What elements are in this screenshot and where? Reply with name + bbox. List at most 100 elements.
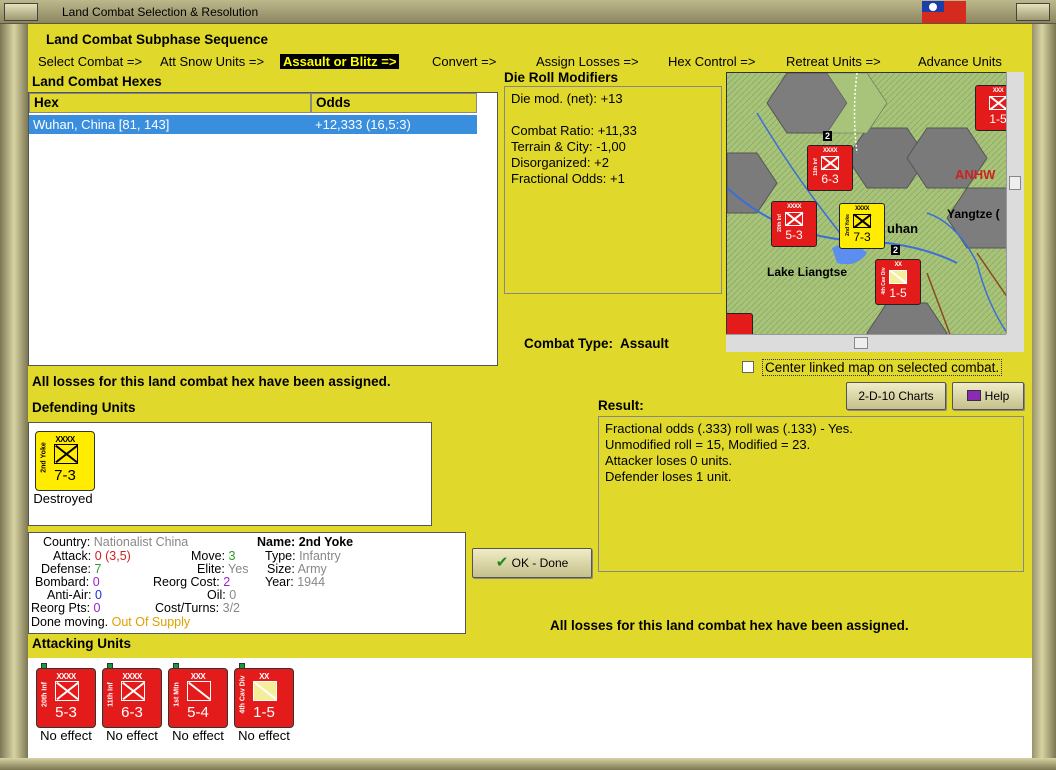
center-map-label: Center linked map on selected combat. (762, 359, 1003, 376)
checkmark-icon: ✔ (495, 554, 509, 571)
frame-right (1028, 24, 1056, 760)
row-hex: Wuhan, China [81, 143] (33, 117, 170, 132)
table-row[interactable]: Wuhan, China [81, 143] +12,333 (16,5:3) (29, 115, 477, 134)
supply-marker-icon (41, 663, 47, 669)
info-attack-extra: (3,5) (105, 549, 131, 563)
unit-strength: 6-3 (121, 704, 143, 721)
phase-step-advance-units[interactable]: Advance Units (918, 54, 1002, 69)
info-label: Attack: (53, 549, 92, 563)
info-oil: 0 (229, 588, 237, 602)
info-country: Nationalist China (93, 535, 189, 549)
phase-step-hex-control[interactable]: Hex Control => (668, 54, 755, 69)
info-cost-turns: 3/2 (222, 601, 241, 615)
info-move: 3 (228, 549, 236, 563)
map-horizontal-scrollbar[interactable] (726, 334, 1006, 352)
losses-assigned-message: All losses for this land combat hex have… (550, 618, 909, 633)
checkbox-box[interactable] (742, 361, 754, 373)
defending-unit-counter[interactable]: XXXX 2nd Yoke 7-3 (35, 431, 95, 491)
result-panel: Fractional odds (.333) roll was (.133) -… (598, 416, 1024, 572)
cavalry-icon (889, 270, 907, 284)
map-unit-counter[interactable]: XXXX 2nd Yoke 7-3 (839, 203, 885, 249)
result-line: Defender loses 1 unit. (605, 469, 732, 484)
die-terrain: Terrain & City: -1,00 (511, 139, 626, 154)
unit-strength: 1-5 (253, 704, 275, 721)
infantry-icon (55, 681, 79, 701)
map-unit-counter[interactable]: XX 4th Cav Div 1-5 (875, 259, 921, 305)
col-header-odds[interactable]: Odds (311, 93, 477, 113)
unit-strength: 7-3 (853, 230, 871, 244)
close-button[interactable] (1016, 3, 1050, 21)
result-line: Unmodified roll = 15, Modified = 23. (605, 437, 811, 452)
center-map-checkbox[interactable]: Center linked map on selected combat. (742, 359, 1024, 378)
infantry-icon (821, 156, 839, 170)
info-size: Army (297, 562, 327, 576)
result-label: Result: (598, 398, 644, 413)
map-label-anhw: ANHW (955, 167, 996, 182)
minimize-button[interactable] (4, 3, 38, 21)
help-button[interactable]: Help (952, 382, 1024, 410)
attacking-unit-counter[interactable]: XX 4th Cav Div 1-5 (234, 663, 294, 728)
attacking-unit-counter[interactable]: XXXX 11th Inf 6-3 (102, 663, 162, 728)
info-elite: Yes (228, 562, 249, 576)
map-unit-counter[interactable]: XXXX 11th Inf 6-3 (807, 145, 853, 191)
info-label: Oil: (207, 588, 226, 602)
map-unit-counter[interactable]: XXXX 20th Inf 5-3 (771, 201, 817, 247)
unit-strength: 5-3 (55, 704, 77, 721)
info-attack: 0 (94, 549, 102, 563)
row-odds: +12,333 (16,5:3) (315, 117, 411, 132)
defending-units-label: Defending Units (32, 400, 136, 415)
phase-step-att-snow[interactable]: Att Snow Units => (160, 54, 264, 69)
info-label: Bombard: (35, 575, 90, 589)
help-label: Help (984, 389, 1010, 403)
info-reorg-pts: 0 (93, 601, 101, 615)
info-label: Size: (267, 562, 295, 576)
info-label: Cost/Turns: (155, 601, 220, 615)
attacking-unit-counter[interactable]: XXXX 20th Inf 5-3 (36, 663, 96, 728)
supply-marker-icon (107, 663, 113, 669)
attacking-units-list: XXXX 20th Inf 5-3 No effect XXXX 11th In… (28, 658, 1032, 758)
die-roll-modifiers: Die mod. (net): +13 Combat Ratio: +11,33… (504, 86, 722, 294)
phase-step-assign-losses[interactable]: Assign Losses => (536, 54, 639, 69)
info-label: Reorg Cost: (153, 575, 220, 589)
scroll-thumb[interactable] (854, 337, 868, 349)
charts-button[interactable]: 2-D-10 Charts (846, 382, 946, 410)
infantry-icon (54, 444, 78, 464)
unit-status: Destroyed (33, 491, 93, 506)
phase-step-select-combat[interactable]: Select Combat => (38, 54, 142, 69)
attacking-unit-counter[interactable]: XXX 1st Mtn 5-4 (168, 663, 228, 728)
info-label: Elite: (197, 562, 225, 576)
info-year: 1944 (297, 575, 326, 589)
die-blank (511, 107, 715, 123)
ok-done-button[interactable]: ✔ OK - Done (472, 548, 592, 578)
phase-step-assault-blitz[interactable]: Assault or Blitz => (280, 54, 400, 69)
losses-assigned-message: All losses for this land combat hex have… (32, 374, 391, 389)
unit-strength: 5-4 (187, 704, 209, 721)
info-label: Name: (257, 535, 296, 549)
window-title: Land Combat Selection & Resolution (62, 5, 259, 19)
unit-info-panel: Country: Nationalist China Attack: 0 (3,… (28, 532, 466, 634)
combat-type-value: Assault (620, 336, 669, 351)
info-supply: Out Of Supply (111, 615, 191, 629)
col-header-hex[interactable]: Hex (29, 93, 311, 113)
ok-done-label: OK - Done (511, 556, 569, 570)
phase-step-convert[interactable]: Convert => (432, 54, 496, 69)
combat-type: Combat Type: Assault (524, 336, 669, 351)
main-panel: Land Combat Subphase Sequence Select Com… (28, 24, 1032, 758)
info-defense: 7 (94, 562, 102, 576)
cavalry-icon (253, 681, 277, 701)
info-label: Defense: (41, 562, 92, 576)
help-book-icon (966, 390, 981, 401)
unit-status: No effect (238, 728, 290, 743)
mountain-infantry-icon (187, 681, 211, 701)
combat-type-label: Combat Type: (524, 336, 614, 351)
map-vertical-scrollbar[interactable] (1006, 72, 1024, 334)
info-antiair: 0 (94, 588, 102, 602)
infantry-icon (853, 214, 871, 228)
die-net: Die mod. (net): +13 (511, 91, 623, 106)
scroll-thumb[interactable] (1009, 176, 1021, 190)
info-name: 2nd Yoke (298, 535, 354, 549)
frame-bottom (0, 758, 1056, 770)
unit-strength: 5-3 (785, 228, 803, 242)
phase-step-retreat-units[interactable]: Retreat Units => (786, 54, 881, 69)
linked-map[interactable]: ANHW Yangtze ( uhan Lake Liangtse 2 2 XX… (726, 72, 1024, 352)
